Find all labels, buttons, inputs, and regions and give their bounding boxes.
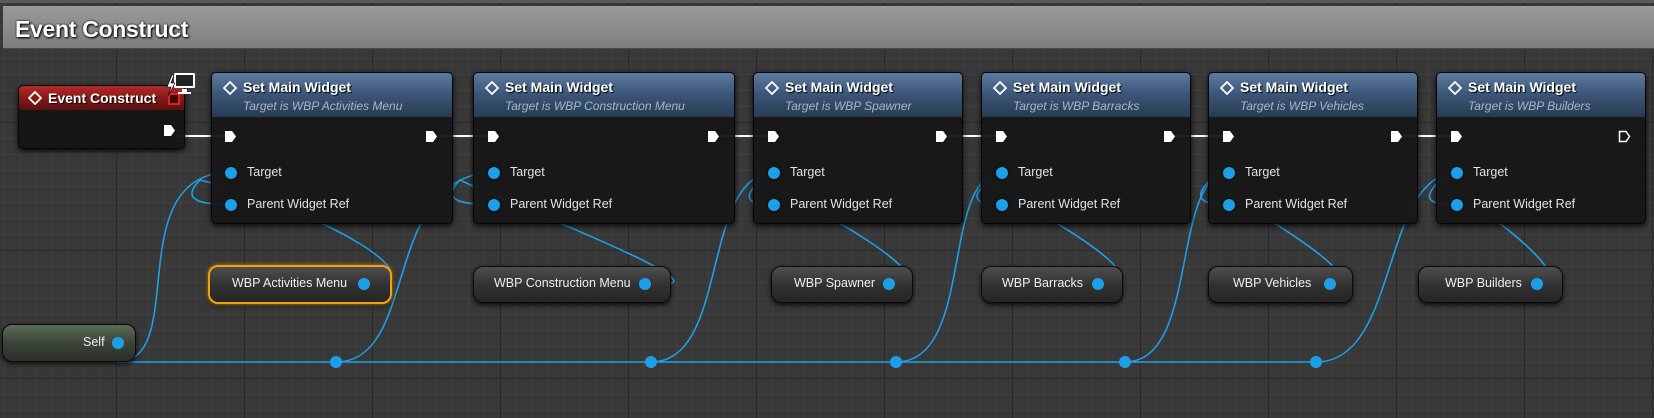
- exec-in-pin[interactable]: [1222, 130, 1235, 143]
- parent-widget-ref-pin[interactable]: [768, 199, 780, 211]
- node-title: Set Main Widget: [1013, 79, 1121, 95]
- set-main-widget-node-2[interactable]: Set Main Widget Target is WBP Constructi…: [473, 72, 735, 224]
- var-label: WBP Vehicles: [1233, 276, 1312, 290]
- node-header: Set Main Widget Target is WBP Constructi…: [474, 73, 734, 117]
- exec-out-pin[interactable]: [425, 130, 438, 143]
- event-node-title: Event Construct: [48, 90, 157, 106]
- exec-in-pin[interactable]: [767, 130, 780, 143]
- reroute-node[interactable]: [890, 356, 902, 368]
- target-pin-label: Target: [790, 165, 825, 179]
- node-title: Set Main Widget: [785, 79, 893, 95]
- target-pin[interactable]: [488, 167, 500, 179]
- var-label: WBP Activities Menu: [232, 276, 348, 290]
- parent-widget-ref-label: Parent Widget Ref: [247, 197, 350, 211]
- node-header: Set Main Widget Target is WBP Activities…: [212, 73, 452, 117]
- var-wbp-barracks[interactable]: WBP Barracks: [981, 266, 1123, 303]
- target-pin-label: Target: [1018, 165, 1053, 179]
- node-subtitle: Target is WBP Vehicles: [1240, 99, 1365, 113]
- exec-out-pin[interactable]: [1390, 130, 1403, 143]
- var-label: WBP Spawner: [794, 276, 876, 290]
- node-header: Set Main Widget Target is WBP Spawner: [754, 73, 962, 117]
- node-subtitle: Target is WBP Construction Menu: [505, 99, 685, 113]
- exec-in-pin[interactable]: [995, 130, 1008, 143]
- exec-in-pin[interactable]: [487, 130, 500, 143]
- parent-widget-ref-pin[interactable]: [488, 199, 500, 211]
- parent-widget-ref-label: Parent Widget Ref: [1473, 197, 1576, 211]
- event-construct-node[interactable]: Event Construct: [18, 85, 185, 149]
- var-wbp-construction-menu[interactable]: WBP Construction Menu: [473, 266, 671, 303]
- var-label: WBP Builders: [1445, 276, 1522, 290]
- var-output-pin[interactable]: [1324, 278, 1336, 290]
- node-header: Set Main Widget Target is WBP Barracks: [982, 73, 1190, 117]
- exec-out-pin[interactable]: [707, 130, 720, 143]
- exec-out-pin[interactable]: [1163, 130, 1176, 143]
- node-header: Set Main Widget Target is WBP Vehicles: [1209, 73, 1417, 117]
- var-wbp-spawner[interactable]: WBP Spawner: [771, 266, 913, 303]
- node-subtitle: Target is WBP Barracks: [1013, 99, 1140, 113]
- var-label: WBP Barracks: [1002, 276, 1084, 290]
- client-monitor-icon: [166, 73, 195, 97]
- parent-widget-ref-pin[interactable]: [1451, 199, 1463, 211]
- target-pin-label: Target: [510, 165, 545, 179]
- target-pin[interactable]: [996, 167, 1008, 179]
- exec-in-pin[interactable]: [1450, 130, 1463, 143]
- var-label: WBP Construction Menu: [494, 276, 631, 290]
- exec-in-pin[interactable]: [224, 130, 237, 143]
- var-output-pin[interactable]: [358, 278, 370, 290]
- var-wbp-builders[interactable]: WBP Builders: [1418, 266, 1563, 303]
- set-main-widget-node-5[interactable]: Set Main Widget Target is WBP Vehicles T…: [1208, 72, 1418, 224]
- node-subtitle: Target is WBP Builders: [1468, 99, 1591, 113]
- function-icon: [765, 81, 779, 95]
- node-title: Set Main Widget: [1240, 79, 1348, 95]
- event-node-header: Event Construct: [19, 86, 184, 110]
- var-output-pin[interactable]: [1092, 278, 1104, 290]
- function-icon: [993, 81, 1007, 95]
- var-output-pin[interactable]: [1531, 278, 1543, 290]
- self-reference-node[interactable]: Self: [2, 324, 136, 362]
- target-pin-label: Target: [1473, 165, 1508, 179]
- node-title: Set Main Widget: [505, 79, 613, 95]
- parent-widget-ref-label: Parent Widget Ref: [510, 197, 613, 211]
- self-label: Self: [83, 335, 105, 349]
- target-pin[interactable]: [225, 167, 237, 179]
- reroute-node[interactable]: [645, 356, 657, 368]
- event-icon: [28, 91, 42, 105]
- node-subtitle: Target is WBP Spawner: [785, 99, 912, 113]
- node-header: Set Main Widget Target is WBP Builders: [1437, 73, 1645, 117]
- target-pin[interactable]: [1223, 167, 1235, 179]
- parent-widget-ref-label: Parent Widget Ref: [1245, 197, 1348, 211]
- target-pin[interactable]: [768, 167, 780, 179]
- parent-widget-ref-label: Parent Widget Ref: [790, 197, 893, 211]
- var-output-pin[interactable]: [883, 278, 895, 290]
- exec-out-pin-unconnected[interactable]: [1618, 130, 1631, 143]
- set-main-widget-node-3[interactable]: Set Main Widget Target is WBP Spawner Ta…: [753, 72, 963, 224]
- set-main-widget-node-6[interactable]: Set Main Widget Target is WBP Builders T…: [1436, 72, 1646, 224]
- target-pin-label: Target: [1245, 165, 1280, 179]
- target-pin-label: Target: [247, 165, 282, 179]
- function-icon: [223, 81, 237, 95]
- parent-widget-ref-pin[interactable]: [996, 199, 1008, 211]
- var-output-pin[interactable]: [639, 278, 651, 290]
- node-subtitle: Target is WBP Activities Menu: [243, 99, 403, 113]
- parent-widget-ref-pin[interactable]: [1223, 199, 1235, 211]
- node-title: Set Main Widget: [243, 79, 351, 95]
- reroute-node[interactable]: [330, 356, 342, 368]
- function-icon: [1220, 81, 1234, 95]
- set-main-widget-node-1[interactable]: Set Main Widget Target is WBP Activities…: [211, 72, 453, 224]
- target-pin[interactable]: [1451, 167, 1463, 179]
- function-icon: [485, 81, 499, 95]
- reroute-node[interactable]: [1310, 356, 1322, 368]
- parent-widget-ref-label: Parent Widget Ref: [1018, 197, 1121, 211]
- exec-out-pin[interactable]: [935, 130, 948, 143]
- node-title: Set Main Widget: [1468, 79, 1576, 95]
- parent-widget-ref-pin[interactable]: [225, 199, 237, 211]
- self-output-pin[interactable]: [112, 337, 124, 349]
- function-icon: [1448, 81, 1462, 95]
- var-wbp-activities-menu[interactable]: WBP Activities Menu: [208, 265, 392, 304]
- exec-out-pin[interactable]: [163, 124, 176, 137]
- var-wbp-vehicles[interactable]: WBP Vehicles: [1208, 266, 1353, 303]
- set-main-widget-node-4[interactable]: Set Main Widget Target is WBP Barracks T…: [981, 72, 1191, 224]
- reroute-node[interactable]: [1119, 356, 1131, 368]
